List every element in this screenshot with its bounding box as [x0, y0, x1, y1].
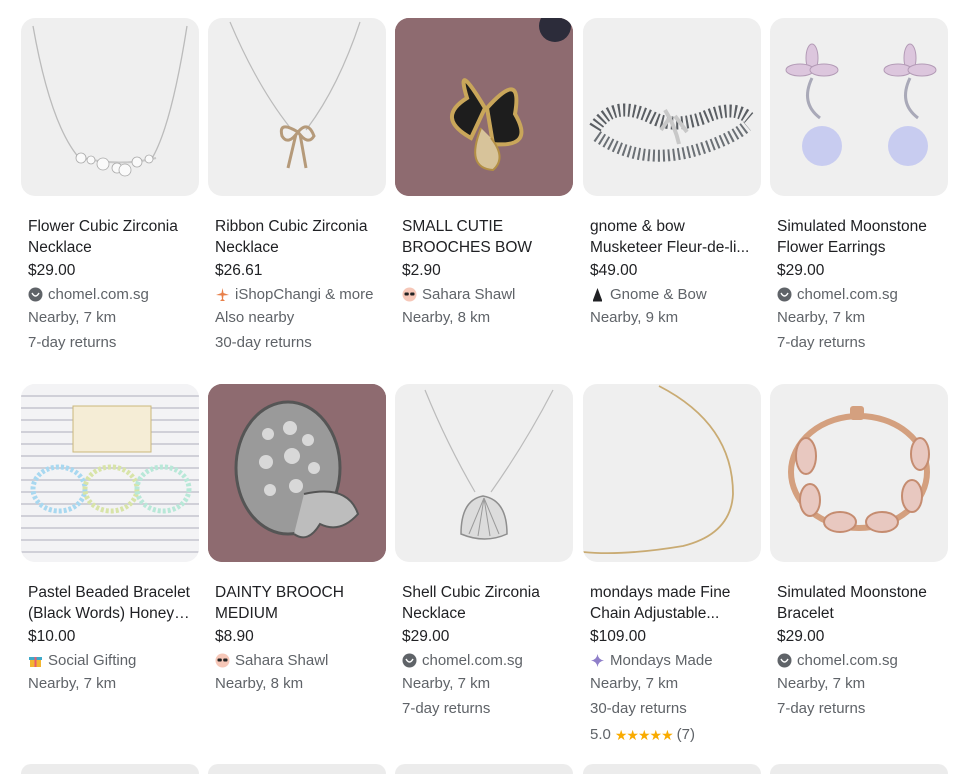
next-row-thumbnail[interactable]	[208, 764, 386, 774]
sparkle-logo-icon	[590, 653, 605, 668]
product-card[interactable]: SMALL CUTIE BROOCHES BOW $2.90 Sahara Sh…	[395, 18, 573, 329]
product-image[interactable]	[395, 384, 573, 562]
product-title[interactable]: Ribbon Cubic Zirconia Necklace	[208, 216, 386, 258]
product-distance: Nearby, 7 km	[28, 675, 117, 692]
product-image[interactable]	[770, 18, 948, 196]
ribbon-necklace-image	[229, 21, 361, 169]
product-title[interactable]: gnome & bow Musketeer Fleur-de-li...	[583, 216, 761, 258]
product-returns: 30-day returns	[215, 334, 312, 351]
product-image[interactable]	[770, 384, 948, 562]
chomel-logo-icon	[777, 653, 792, 668]
product-seller[interactable]: Gnome & Bow	[583, 283, 761, 306]
product-distance: Nearby, 7 km	[777, 675, 866, 692]
product-price: $2.90	[402, 262, 441, 279]
sunglasses-logo-icon	[215, 653, 230, 668]
product-card[interactable]: Pastel Beaded Bracelet (Black Words) Hon…	[21, 384, 199, 695]
product-card[interactable]: Flower Cubic Zirconia Necklace $29.00 ch…	[21, 18, 199, 356]
star-rating-icon: ★★★★★	[614, 727, 674, 743]
product-seller[interactable]: chomel.com.sg	[21, 283, 199, 306]
product-title[interactable]: Flower Cubic Zirconia Necklace	[21, 216, 199, 258]
product-rating[interactable]: 5.0 ★★★★★ (7)	[583, 723, 761, 747]
product-distance: Also nearby	[215, 309, 295, 326]
product-title[interactable]: Simulated Moonstone Flower Earrings	[770, 216, 948, 258]
product-distance: Nearby, 8 km	[215, 675, 304, 692]
product-image[interactable]	[208, 18, 386, 196]
product-returns: 30-day returns	[590, 700, 687, 717]
product-distance: Nearby, 7 km	[590, 675, 679, 692]
product-returns: 7-day returns	[402, 700, 491, 717]
product-price: $8.90	[215, 628, 254, 645]
next-row-thumbnail[interactable]	[770, 764, 948, 774]
shell-necklace-image	[424, 389, 554, 540]
pastel-bracelets-image	[21, 384, 199, 562]
rating-value: 5.0	[590, 726, 611, 743]
product-card[interactable]: Shell Cubic Zirconia Necklace $29.00 cho…	[395, 384, 573, 722]
product-seller[interactable]: Mondays Made	[583, 649, 761, 672]
chomel-logo-icon	[777, 287, 792, 302]
product-distance: Nearby, 9 km	[590, 309, 679, 326]
gold-chain-image	[583, 385, 734, 555]
product-distance: Nearby, 8 km	[402, 309, 491, 326]
product-title[interactable]: Shell Cubic Zirconia Necklace	[395, 582, 573, 624]
product-title[interactable]: mondays made Fine Chain Adjustable...	[583, 582, 761, 624]
product-returns: 7-day returns	[28, 334, 117, 351]
butterfly-brooch-image	[395, 18, 573, 196]
product-image[interactable]	[21, 18, 199, 196]
product-card[interactable]: gnome & bow Musketeer Fleur-de-li... $49…	[583, 18, 761, 329]
product-distance: Nearby, 7 km	[777, 309, 866, 326]
product-seller[interactable]: chomel.com.sg	[395, 649, 573, 672]
gift-logo-icon	[28, 653, 43, 668]
product-image[interactable]	[583, 18, 761, 196]
product-distance: Nearby, 7 km	[402, 675, 491, 692]
product-card[interactable]: Simulated Moonstone Bracelet $29.00 chom…	[770, 384, 948, 722]
product-distance: Nearby, 7 km	[28, 309, 117, 326]
product-price: $26.61	[215, 262, 263, 279]
flower-necklace-image	[32, 25, 188, 177]
product-price: $29.00	[402, 628, 450, 645]
product-returns: 7-day returns	[777, 700, 866, 717]
chomel-logo-icon	[402, 653, 417, 668]
next-row-thumbnail[interactable]	[395, 764, 573, 774]
product-returns: 7-day returns	[777, 334, 866, 351]
product-card[interactable]: mondays made Fine Chain Adjustable... $1…	[583, 384, 761, 747]
product-card[interactable]: Simulated Moonstone Flower Earrings $29.…	[770, 18, 948, 356]
product-price: $29.00	[777, 262, 825, 279]
product-seller[interactable]: iShopChangi & more	[208, 283, 386, 306]
product-seller[interactable]: Sahara Shawl	[208, 649, 386, 672]
product-seller[interactable]: chomel.com.sg	[770, 649, 948, 672]
product-price: $109.00	[590, 628, 647, 645]
product-image[interactable]	[583, 384, 761, 562]
product-seller[interactable]: Social Gifting	[21, 649, 199, 672]
product-price: $10.00	[28, 628, 76, 645]
product-seller[interactable]: chomel.com.sg	[770, 283, 948, 306]
plane-logo-icon	[215, 287, 230, 302]
product-seller[interactable]: Sahara Shawl	[395, 283, 573, 306]
product-title[interactable]: DAINTY BROOCH MEDIUM	[208, 582, 386, 624]
product-title[interactable]: Simulated Moonstone Bracelet	[770, 582, 948, 624]
product-title[interactable]: Pastel Beaded Bracelet (Black Words) Hon…	[21, 582, 199, 624]
product-image[interactable]	[208, 384, 386, 562]
next-row-thumbnail[interactable]	[583, 764, 761, 774]
product-image[interactable]	[21, 384, 199, 562]
product-card[interactable]: Ribbon Cubic Zirconia Necklace $26.61 iS…	[208, 18, 386, 356]
beaded-bracelet-image	[589, 103, 754, 162]
next-row-thumbnail[interactable]	[21, 764, 199, 774]
product-image[interactable]	[395, 18, 573, 196]
product-card[interactable]: DAINTY BROOCH MEDIUM $8.90 Sahara Shawl …	[208, 384, 386, 695]
product-price: $49.00	[590, 262, 638, 279]
product-price: $29.00	[28, 262, 76, 279]
sunglasses-logo-icon	[402, 287, 417, 302]
chomel-logo-icon	[28, 287, 43, 302]
moonstone-bracelet-image	[788, 406, 930, 533]
gnome-logo-icon	[590, 287, 605, 302]
product-title[interactable]: SMALL CUTIE BROOCHES BOW	[395, 216, 573, 258]
crystal-brooch-image	[208, 384, 386, 562]
review-count: (7)	[676, 726, 695, 743]
product-price: $29.00	[777, 628, 825, 645]
moonstone-earrings-image	[785, 43, 937, 166]
